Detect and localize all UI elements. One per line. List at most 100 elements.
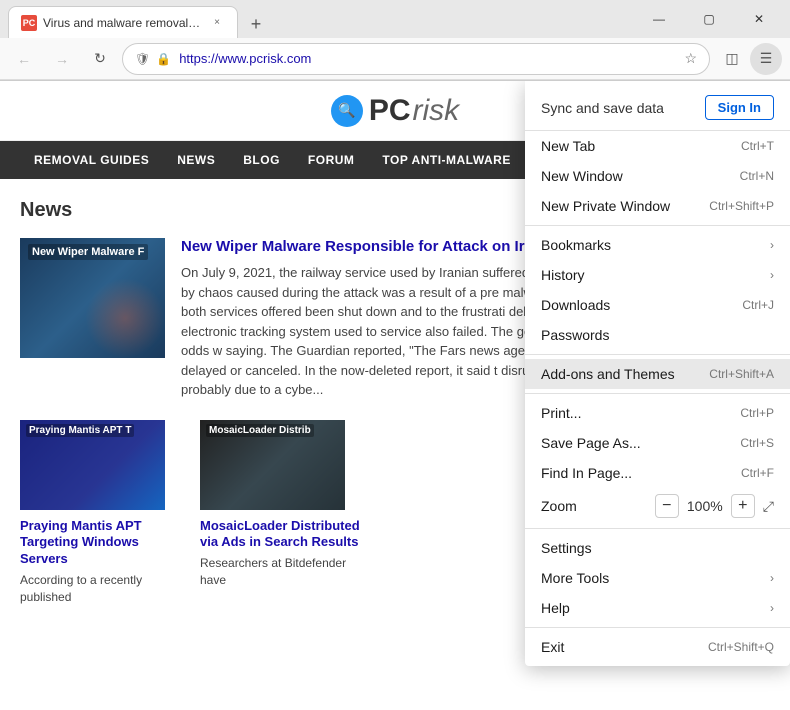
menu-item-label-settings: Settings	[541, 540, 592, 556]
menu-item-passwords[interactable]: Passwords	[525, 320, 790, 350]
toolbar-icons: ◫ ☰	[716, 43, 782, 75]
news-card-label-1: MosaicLoader Distrib	[206, 424, 314, 437]
address-bar-icons: 🛡 🔒	[135, 52, 171, 66]
menu-item-new-tab[interactable]: New Tab Ctrl+T	[525, 131, 790, 161]
back-button[interactable]: ←	[8, 43, 40, 75]
menu-item-shortcut-save-page: Ctrl+S	[740, 436, 774, 450]
menu-item-shortcut-new-private-window: Ctrl+Shift+P	[709, 199, 774, 213]
menu-item-save-page[interactable]: Save Page As...Ctrl+S	[525, 428, 790, 458]
menu-item-addons[interactable]: Add-ons and Themes Ctrl+Shift+A	[525, 359, 790, 389]
menu-item-history[interactable]: History ›	[525, 260, 790, 290]
featured-news-thumbnail: New Wiper Malware F	[20, 238, 165, 358]
menu-item-shortcut-new-tab: Ctrl+T	[741, 139, 774, 153]
divider-after-zoom	[525, 528, 790, 529]
dropdown-menu: Sync and save data Sign In New Tab Ctrl+T…	[525, 81, 790, 666]
zoom-value: 100%	[687, 498, 723, 514]
browser-chrome: PC Virus and malware removal inst × + — …	[0, 0, 790, 81]
window-controls: — ▢ ✕	[636, 3, 782, 35]
menu-item-label-new-private-window: New Private Window	[541, 198, 670, 214]
sync-section: Sync and save data Sign In	[525, 85, 790, 131]
tab-favicon: PC	[21, 15, 37, 31]
site-logo: 🔍 PC risk	[331, 94, 459, 128]
divider-after-addons	[525, 393, 790, 394]
zoom-label: Zoom	[541, 498, 577, 514]
news-card-thumb-0: Praying Mantis APT T	[20, 420, 165, 510]
news-card-thumb-1: MosaicLoader Distrib	[200, 420, 345, 510]
shield-icon: 🛡	[135, 52, 150, 66]
menu-item-find-in-page[interactable]: Find In Page...Ctrl+F	[525, 458, 790, 488]
divider-after-new-private-window	[525, 225, 790, 226]
reload-button[interactable]: ↻	[84, 43, 116, 75]
menu-item-exit[interactable]: Exit Ctrl+Shift+Q	[525, 632, 790, 662]
wallet-button[interactable]: ◫	[716, 43, 748, 75]
zoom-minus-button[interactable]: −	[655, 494, 679, 518]
nav-item-top-anti-malware[interactable]: TOP ANTI-MALWARE	[368, 141, 524, 179]
menu-item-shortcut-downloads: Ctrl+J	[742, 298, 774, 312]
nav-item-news[interactable]: NEWS	[163, 141, 229, 179]
lock-icon: 🔒	[156, 52, 171, 66]
menu-item-label-history: History	[541, 267, 585, 283]
menu-item-downloads[interactable]: Downloads Ctrl+J	[525, 290, 790, 320]
menu-item-shortcut-print: Ctrl+P	[740, 406, 774, 420]
menu-item-label-print: Print...	[541, 405, 581, 421]
news-card-body-1: Researchers at Bitdefender have	[200, 555, 360, 589]
news-card-1: MosaicLoader Distrib MosaicLoader Distri…	[200, 420, 360, 606]
title-bar: PC Virus and malware removal inst × + — …	[0, 0, 790, 38]
nav-bar: ← → ↻ 🛡 🔒 https://www.pcrisk.com ☆ ◫ ☰	[0, 38, 790, 80]
address-bar[interactable]: 🛡 🔒 https://www.pcrisk.com ☆	[122, 43, 710, 75]
zoom-controls: − 100% + ⤢	[655, 494, 774, 518]
close-button[interactable]: ✕	[736, 3, 782, 35]
logo-icon: 🔍	[331, 95, 363, 127]
menu-item-bookmarks[interactable]: Bookmarks ›	[525, 230, 790, 260]
news-thumb-label: New Wiper Malware F	[28, 244, 148, 260]
zoom-plus-button[interactable]: +	[731, 494, 755, 518]
menu-item-arrow-history: ›	[770, 268, 774, 282]
address-text: https://www.pcrisk.com	[179, 51, 676, 66]
news-card-title-0[interactable]: Praying Mantis APT Targeting Windows Ser…	[20, 518, 180, 569]
menu-item-label-new-tab: New Tab	[541, 138, 595, 154]
menu-item-print[interactable]: Print... Ctrl+P	[525, 398, 790, 428]
menu-item-label-new-window: New Window	[541, 168, 623, 184]
news-card-label-0: Praying Mantis APT T	[26, 424, 134, 437]
news-card-body-0: According to a recently published	[20, 572, 180, 606]
menu-items-before-zoom: New TabCtrl+TNew WindowCtrl+NNew Private…	[525, 131, 790, 488]
bookmark-star-icon[interactable]: ☆	[684, 50, 697, 67]
new-tab-button[interactable]: +	[242, 10, 270, 38]
menu-item-label-more-tools: More Tools	[541, 570, 609, 586]
zoom-expand-button[interactable]: ⤢	[763, 498, 774, 515]
news-card-0: Praying Mantis APT T Praying Mantis APT …	[20, 420, 180, 606]
forward-button[interactable]: →	[46, 43, 78, 75]
logo-risk-text: risk	[413, 94, 460, 128]
menu-item-arrow-help: ›	[770, 601, 774, 615]
maximize-button[interactable]: ▢	[686, 3, 732, 35]
menu-item-label-passwords: Passwords	[541, 327, 609, 343]
tab-title: Virus and malware removal inst	[43, 16, 203, 30]
menu-item-help[interactable]: Help›	[525, 593, 790, 623]
menu-item-new-window[interactable]: New WindowCtrl+N	[525, 161, 790, 191]
tab-close-button[interactable]: ×	[209, 15, 225, 31]
nav-item-forum[interactable]: FORUM	[294, 141, 369, 179]
nav-item-removal-guides[interactable]: REMOVAL GUIDES	[20, 141, 163, 179]
menu-item-shortcut-exit: Ctrl+Shift+Q	[708, 640, 774, 654]
active-tab[interactable]: PC Virus and malware removal inst ×	[8, 6, 238, 38]
tab-bar: PC Virus and malware removal inst × +	[8, 0, 630, 38]
menu-item-more-tools[interactable]: More Tools ›	[525, 563, 790, 593]
menu-button[interactable]: ☰	[750, 43, 782, 75]
menu-item-label-exit: Exit	[541, 639, 564, 655]
minimize-button[interactable]: —	[636, 3, 682, 35]
menu-item-label-addons: Add-ons and Themes	[541, 366, 675, 382]
menu-item-settings[interactable]: Settings	[525, 533, 790, 563]
divider-after-help	[525, 627, 790, 628]
menu-item-label-downloads: Downloads	[541, 297, 610, 313]
menu-items-after-zoom: SettingsMore Tools›Help›ExitCtrl+Shift+Q	[525, 533, 790, 662]
menu-item-arrow-bookmarks: ›	[770, 238, 774, 252]
news-card-title-1[interactable]: MosaicLoader Distributed via Ads in Sear…	[200, 518, 360, 552]
website-content: 🔍 PC risk REMOVAL GUIDES NEWS BLOG FORUM…	[0, 81, 790, 710]
zoom-control: Zoom − 100% + ⤢	[525, 488, 790, 524]
menu-item-new-private-window[interactable]: New Private Window Ctrl+Shift+P	[525, 191, 790, 221]
nav-item-blog[interactable]: BLOG	[229, 141, 294, 179]
sign-in-button[interactable]: Sign In	[705, 95, 774, 120]
menu-item-shortcut-addons: Ctrl+Shift+A	[709, 367, 774, 381]
menu-item-label-bookmarks: Bookmarks	[541, 237, 611, 253]
menu-item-arrow-more-tools: ›	[770, 571, 774, 585]
